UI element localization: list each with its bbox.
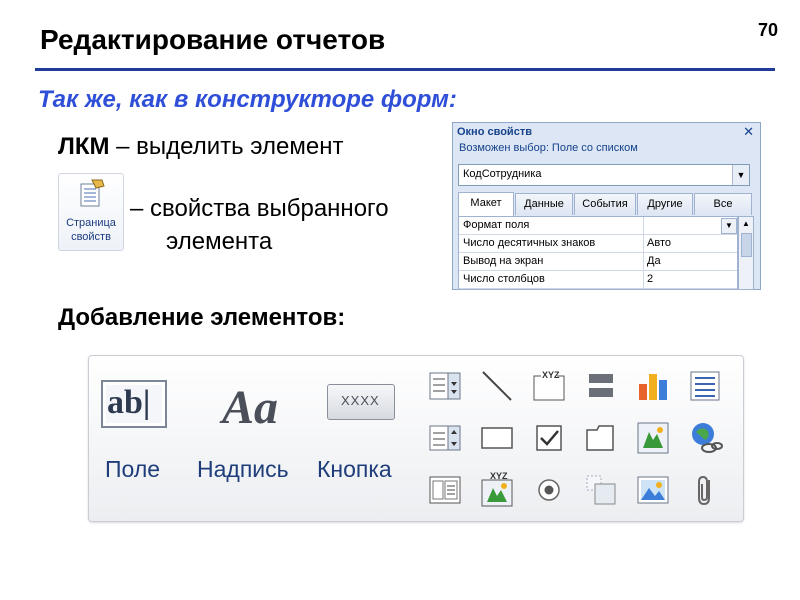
tab-other[interactable]: Другие [637,193,693,215]
tab-all[interactable]: Все [694,193,752,215]
option-group-icon[interactable]: XYZ [531,366,567,402]
property-sheet-label-2: свойств [71,231,111,243]
bound-object-text: XYZ [490,471,508,481]
property-tabs: Макет Данные События Другие Все [458,192,753,216]
property-name: Число десятичных знаков [463,237,596,249]
title-divider [35,68,775,71]
close-icon[interactable]: ✕ [743,124,754,140]
label-control-button[interactable]: Aa [214,370,294,436]
object-selector-value: КодСотрудника [463,168,542,180]
slide-title: Редактирование отчетов [40,24,386,55]
label-icon: Aa [222,381,279,434]
property-value[interactable]: Да [647,255,661,267]
properties-desc-line2: элемента [166,228,273,255]
subtitle: Так же, как в конструкторе форм: [38,86,457,113]
property-row[interactable]: Вывод на экран Да [459,253,737,271]
subform-icon[interactable] [427,472,463,508]
rectangle-icon[interactable] [479,420,515,456]
button-control-label: Кнопка [317,456,392,482]
add-elements-title: Добавление элементов: [58,304,346,331]
lkm-text: – выделить элемент [109,133,344,160]
textbox-icon-text: ab| [107,384,151,421]
selection-type-label: Возможен выбор: Поле со списком [459,142,638,154]
properties-desc-line1: – свойства выбранного [130,195,389,222]
page-break-icon[interactable] [583,368,619,404]
object-selector[interactable]: КодСотрудника ▼ [458,164,750,186]
property-value[interactable]: 2 [647,273,653,285]
properties-description: – свойства выбранного элемента [130,192,389,258]
button-icon: XXXX [327,384,395,420]
property-sheet-label-1: Страница [66,217,116,229]
tab-layout[interactable]: Макет [458,192,514,216]
scroll-up-icon[interactable]: ▲ [739,217,753,231]
lkm-line: ЛКМ – выделить элемент [58,133,343,161]
property-name: Формат поля [463,219,530,231]
attachment-icon[interactable] [687,472,723,508]
option-group-text: XYZ [542,370,560,380]
toggle-icon[interactable] [583,472,619,508]
property-sheet-button[interactable]: Страница свойств [58,173,124,251]
property-row[interactable]: Формат поля ▼ [459,217,737,235]
textbox-label: Поле [105,456,161,482]
tab-control-icon[interactable] [583,420,619,456]
label-control-label: Надпись [197,456,289,482]
button-icon-text: XXXX [341,393,380,408]
unbound-object-icon[interactable] [635,420,671,456]
chart-icon[interactable] [635,368,671,404]
property-window-title: Окно свойств [457,126,532,138]
scroll-thumb[interactable] [741,233,752,257]
tab-events[interactable]: События [574,193,636,215]
page-number: 70 [757,20,778,40]
chevron-down-icon[interactable]: ▼ [721,218,737,234]
image-icon[interactable] [635,472,671,508]
checkbox-icon[interactable] [531,420,567,456]
chevron-down-icon[interactable]: ▼ [732,165,749,185]
lkm-key: ЛКМ [58,133,110,160]
option-button-icon[interactable] [531,472,567,508]
bound-object-icon[interactable]: XYZ [479,470,515,507]
combobox-icon[interactable] [427,368,463,404]
property-row[interactable]: Число столбцов 2 [459,271,737,289]
hyperlink-icon[interactable] [687,420,723,456]
property-name: Число столбцов [463,273,545,285]
property-row[interactable]: Число десятичных знаков Авто [459,235,737,253]
tab-data[interactable]: Данные [515,193,573,215]
property-name: Вывод на экран [463,255,544,267]
property-scrollbar[interactable]: ▲ [738,216,754,290]
list-icon[interactable] [687,368,723,404]
button-control-button[interactable]: XXXX [325,382,399,422]
property-value[interactable]: Авто [647,237,671,249]
property-grid: Формат поля ▼ Число десятичных знаков Ав… [458,216,738,290]
controls-toolbar: ab| Поле Aa Надпись XXXX Кнопка XYZ XYZ [88,355,744,522]
listbox-icon[interactable] [427,420,463,456]
textbox-control-button[interactable]: ab| [97,374,167,434]
line-icon[interactable] [479,368,515,404]
textbox-icon: ab| [101,380,167,428]
property-sheet-icon [80,179,105,207]
property-window: Окно свойств ✕ Возможен выбор: Поле со с… [452,122,761,290]
